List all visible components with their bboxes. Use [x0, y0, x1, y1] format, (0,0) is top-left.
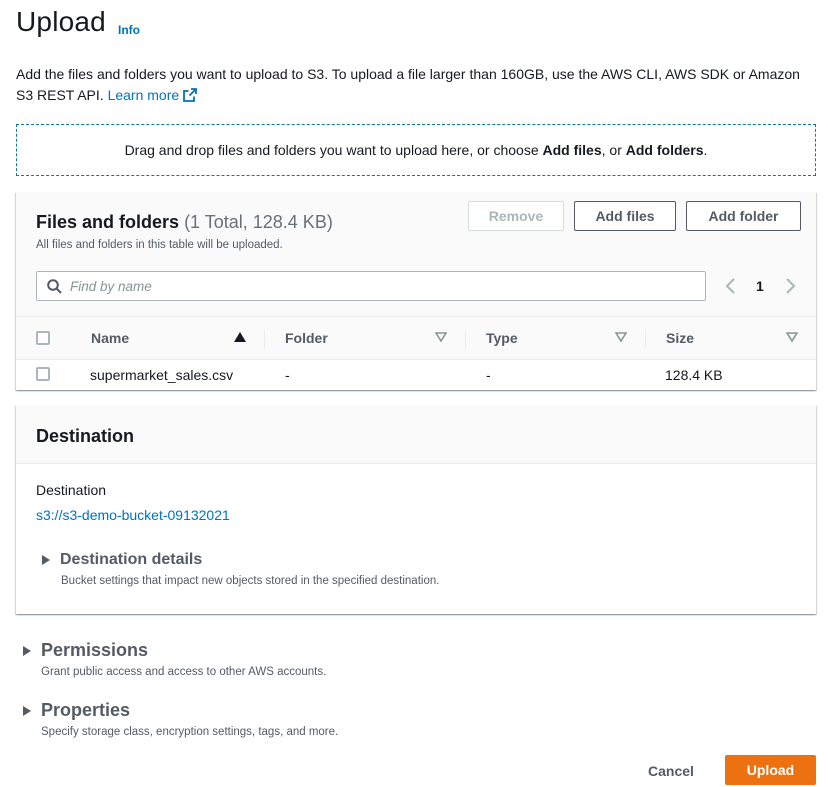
- file-dropzone[interactable]: Drag and drop files and folders you want…: [16, 124, 816, 176]
- upload-description: Add the files and folders you want to up…: [16, 64, 816, 106]
- add-folder-button[interactable]: Add folder: [686, 201, 801, 231]
- sort-filter-icon[interactable]: [435, 332, 447, 342]
- dropzone-text: Drag and drop files and folders you want…: [125, 142, 708, 158]
- external-link-icon: [183, 88, 198, 102]
- destination-details-desc: Bucket settings that impact new objects …: [61, 575, 440, 587]
- properties-desc: Specify storage class, encryption settin…: [41, 726, 339, 738]
- add-files-button[interactable]: Add files: [574, 201, 676, 231]
- permissions-desc: Grant public access and access to other …: [41, 666, 327, 678]
- learn-more-link[interactable]: Learn more: [108, 87, 198, 103]
- remove-button[interactable]: Remove: [468, 201, 564, 231]
- table-row[interactable]: supermarket_sales.csv - - 128.4 KB: [16, 360, 816, 390]
- files-and-folders-panel: Files and folders (1 Total, 128.4 KB) Al…: [16, 192, 816, 390]
- column-header-type[interactable]: Type: [486, 330, 518, 346]
- search-box: [36, 271, 706, 301]
- column-header-name[interactable]: Name: [91, 330, 129, 346]
- column-header-folder[interactable]: Folder: [285, 330, 328, 346]
- properties-title: Properties: [41, 700, 131, 720]
- page-title: Upload: [16, 6, 106, 37]
- destination-details-title: Destination details: [60, 551, 203, 568]
- column-separator: [264, 329, 265, 349]
- caret-right-icon: [23, 645, 31, 656]
- dropzone-middle: , or: [601, 142, 626, 158]
- file-name-cell: supermarket_sales.csv: [90, 367, 234, 383]
- dropzone-suffix: .: [703, 142, 708, 158]
- files-panel-subtitle: All files and folders in this table will…: [36, 239, 283, 251]
- chevron-right-icon[interactable]: [784, 278, 796, 294]
- files-counter: (1 Total, 128.4 KB): [184, 212, 333, 232]
- cancel-button[interactable]: Cancel: [640, 756, 702, 785]
- upload-button[interactable]: Upload: [725, 755, 816, 785]
- search-icon: [47, 279, 62, 294]
- files-table: Name Folder Type Size supermarket_sales.…: [16, 316, 816, 390]
- column-separator: [645, 329, 646, 349]
- dropzone-add-folders: Add folders: [625, 142, 704, 158]
- dropzone-add-files: Add files: [542, 142, 602, 158]
- destination-label: Destination: [36, 482, 107, 498]
- table-header-row: Name Folder Type Size: [16, 316, 816, 360]
- column-header-size[interactable]: Size: [666, 330, 694, 346]
- column-separator: [465, 329, 466, 349]
- destination-details-expander[interactable]: Destination details: [42, 551, 202, 569]
- destination-panel: Destination Destination s3://s3-demo-buc…: [16, 405, 816, 614]
- files-panel-title-text: Files and folders: [36, 212, 180, 232]
- sort-filter-icon[interactable]: [615, 332, 627, 342]
- sort-ascending-icon[interactable]: [234, 332, 246, 342]
- destination-panel-title: Destination: [36, 426, 135, 446]
- learn-more-label: Learn more: [107, 87, 180, 103]
- search-input[interactable]: [70, 272, 690, 300]
- file-folder-cell: -: [285, 367, 290, 383]
- sort-filter-icon[interactable]: [786, 332, 798, 342]
- info-link[interactable]: Info: [118, 23, 140, 37]
- destination-bucket-link[interactable]: s3://s3-demo-bucket-09132021: [36, 507, 230, 523]
- caret-right-icon: [23, 705, 31, 716]
- file-size-cell: 128.4 KB: [665, 367, 723, 383]
- permissions-title: Permissions: [41, 640, 149, 660]
- select-all-checkbox[interactable]: [36, 331, 50, 345]
- destination-panel-header: Destination: [16, 405, 816, 464]
- caret-right-icon: [42, 555, 50, 565]
- files-panel-title: Files and folders (1 Total, 128.4 KB): [36, 212, 333, 233]
- row-checkbox[interactable]: [36, 367, 50, 381]
- properties-expander[interactable]: Properties: [23, 700, 130, 721]
- dropzone-prefix: Drag and drop files and folders you want…: [124, 142, 543, 158]
- chevron-left-icon[interactable]: [725, 278, 737, 294]
- file-type-cell: -: [486, 367, 491, 383]
- current-page-number[interactable]: 1: [756, 278, 764, 294]
- permissions-expander[interactable]: Permissions: [23, 640, 148, 661]
